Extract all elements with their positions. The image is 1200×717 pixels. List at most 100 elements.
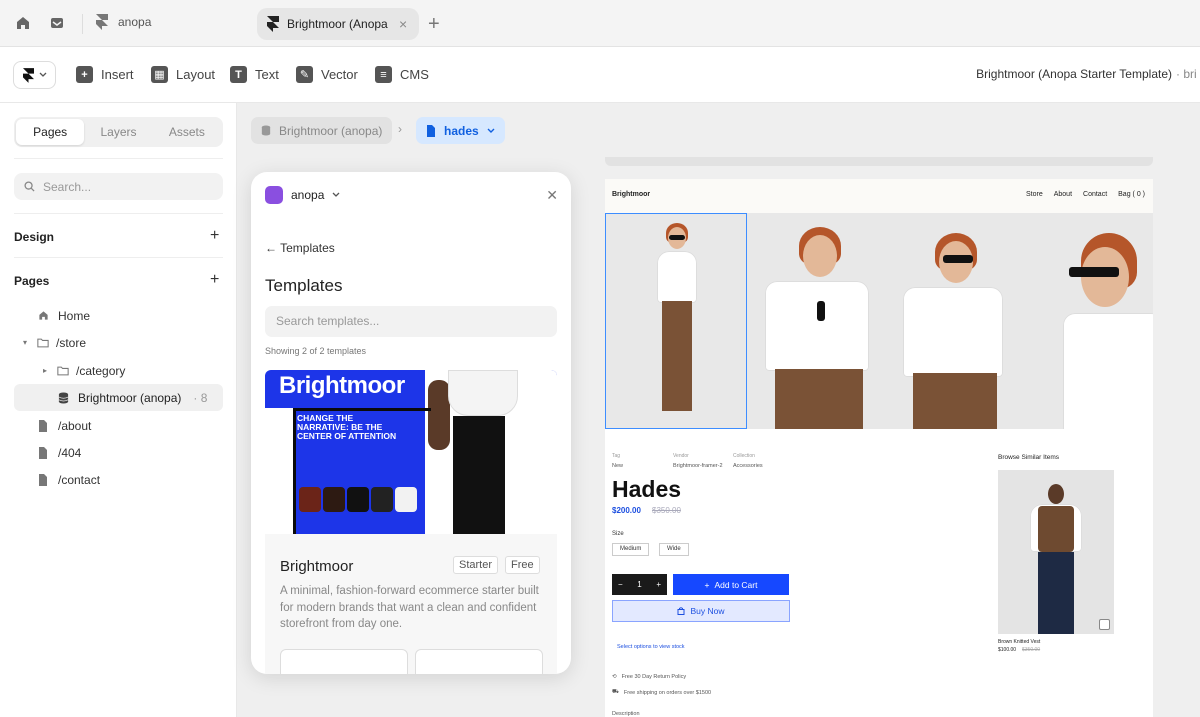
similar-items-title: Browse Similar Items xyxy=(998,454,1060,461)
meta-tag-label: Tag xyxy=(612,453,621,459)
breadcrumb-separator: › xyxy=(398,122,402,136)
page-item-404[interactable]: /404 xyxy=(14,439,223,466)
product-photo[interactable] xyxy=(883,213,1019,429)
add-to-cart-button[interactable]: + Add to Cart xyxy=(673,574,789,595)
truck-icon: ⛟ xyxy=(612,689,619,695)
template-description: A minimal, fashion-forward ecommerce sta… xyxy=(280,585,539,630)
product-price: $200.00 xyxy=(612,506,641,515)
home-icon[interactable] xyxy=(15,15,31,31)
close-tab-icon[interactable]: × xyxy=(399,16,407,32)
qty-plus-button[interactable]: + xyxy=(656,580,661,589)
breadcrumb-page[interactable]: hades xyxy=(416,117,505,144)
buy-now-button[interactable]: Buy Now xyxy=(612,600,790,622)
nav-about[interactable]: About xyxy=(1054,191,1072,198)
back-link[interactable]: ← Templates xyxy=(265,241,335,255)
tab-anopa[interactable]: anopa xyxy=(96,14,151,30)
model-shirt xyxy=(765,281,869,371)
nav-store[interactable]: Store xyxy=(1026,191,1043,198)
tab-assets[interactable]: Assets xyxy=(153,119,221,145)
template-card[interactable]: Brightmoor CHANGE THE NARRATIVE: BE THE … xyxy=(265,370,557,674)
left-sidebar: Pages Layers Assets Search... Design + P… xyxy=(0,103,237,717)
new-tab-button[interactable]: + xyxy=(428,13,440,36)
page-item-label: Home xyxy=(58,308,91,323)
cms-label: CMS xyxy=(400,67,429,82)
page-item-contact[interactable]: /contact xyxy=(14,466,223,493)
quantity-stepper: − 1 + xyxy=(612,574,667,595)
page-item-about[interactable]: /about xyxy=(14,412,223,439)
nav-bag[interactable]: Bag ( 0 ) xyxy=(1118,191,1145,198)
qty-minus-button[interactable]: − xyxy=(618,580,623,589)
model-head xyxy=(1048,484,1064,504)
site-nav: Brightmoor Store About Contact Bag ( 0 ) xyxy=(605,179,1153,213)
breadcrumb-collection-label: Brightmoor (anopa) xyxy=(279,123,383,138)
similar-item-image[interactable] xyxy=(998,470,1114,634)
framer-logo-icon xyxy=(22,67,34,83)
tab-layers[interactable]: Layers xyxy=(84,119,152,145)
template-name: Brightmoor xyxy=(280,558,354,575)
page-item-brightmoor[interactable]: Brightmoor (anopa) · 8 xyxy=(14,384,223,411)
insert-button[interactable]: + Insert xyxy=(76,66,134,83)
thumb-product xyxy=(347,487,369,512)
cms-button[interactable]: ≡ CMS xyxy=(375,66,429,83)
vector-button[interactable]: ✎ Vector xyxy=(296,66,358,83)
folder-icon xyxy=(56,366,70,376)
size-option-wide[interactable]: Wide xyxy=(659,543,689,556)
chevron-down-icon xyxy=(487,128,495,134)
bag-icon[interactable] xyxy=(1099,619,1110,630)
add-design-button[interactable]: + xyxy=(210,227,219,245)
thumb-headline: CHANGE THE NARRATIVE: BE THE CENTER OF A… xyxy=(297,413,397,441)
size-option-medium[interactable]: Medium xyxy=(612,543,650,556)
file-icon xyxy=(36,419,50,432)
text-button[interactable]: T Text xyxy=(230,66,279,83)
divider xyxy=(14,158,223,159)
tab-pages[interactable]: Pages xyxy=(16,119,85,145)
product-photo[interactable] xyxy=(747,213,883,429)
similar-item-name[interactable]: Brown Knitted Vest xyxy=(998,639,1040,645)
use-template-button[interactable] xyxy=(415,649,543,674)
home-icon xyxy=(36,310,50,321)
workspace-switcher[interactable]: anopa xyxy=(265,186,340,204)
caret-down-icon[interactable]: ▾ xyxy=(20,338,30,347)
model-shirt xyxy=(903,287,1003,377)
thumb-product xyxy=(395,487,417,512)
layout-button[interactable]: ▦ Layout xyxy=(151,66,215,83)
preview-button[interactable] xyxy=(280,649,408,674)
tab-brightmoor[interactable]: Brightmoor (Anopa ... × xyxy=(257,8,419,40)
tab-anopa-label: anopa xyxy=(118,15,152,29)
add-page-button[interactable]: + xyxy=(210,271,219,289)
qty-value: 1 xyxy=(637,580,642,589)
page-item-home[interactable]: Home xyxy=(14,302,223,329)
search-input[interactable]: Search... xyxy=(14,173,223,200)
framer-menu-button[interactable] xyxy=(13,61,56,89)
database-icon: ≡ xyxy=(375,66,392,83)
template-thumbnail[interactable]: Brightmoor CHANGE THE NARRATIVE: BE THE … xyxy=(265,370,557,534)
shipping-policy-text: Free shipping on orders over $1500 xyxy=(623,689,712,696)
page-item-store[interactable]: ▾ /store xyxy=(14,329,223,356)
pages-section-title: Pages xyxy=(14,274,50,288)
text-label: Text xyxy=(255,67,279,82)
caret-right-icon[interactable]: ▸ xyxy=(40,366,50,375)
toolbar: + Insert ▦ Layout T Text ✎ Vector ≡ CMS … xyxy=(0,47,1200,103)
model-jeans xyxy=(1038,552,1074,634)
breadcrumb-collection[interactable]: Brightmoor (anopa) xyxy=(251,117,393,144)
product-old-price: $350.00 xyxy=(652,506,681,515)
page-item-label: /about xyxy=(58,418,92,433)
page-item-category[interactable]: ▸ /category xyxy=(14,357,223,384)
results-count: Showing 2 of 2 templates xyxy=(265,346,367,356)
nav-contact[interactable]: Contact xyxy=(1083,191,1107,198)
anopa-logo-icon xyxy=(265,186,283,204)
page-item-label: /contact xyxy=(58,472,101,487)
close-icon[interactable]: ✕ xyxy=(546,187,558,204)
site-brand[interactable]: Brightmoor xyxy=(612,191,650,198)
meta-vendor-value: Brightmoor-framer-2 xyxy=(673,463,723,469)
plus-icon: + xyxy=(76,66,93,83)
add-to-cart-label: Add to Cart xyxy=(714,579,758,590)
product-photo[interactable] xyxy=(1019,213,1153,429)
divider xyxy=(14,213,223,214)
template-search-input[interactable]: Search templates... xyxy=(265,306,557,337)
inbox-icon[interactable] xyxy=(49,15,65,31)
page-preview[interactable]: Brightmoor Store About Contact Bag ( 0 ) xyxy=(605,179,1153,717)
site-nav-links: Store About Contact Bag ( 0 ) xyxy=(1026,191,1145,198)
similar-item-old-price: $350.00 xyxy=(1022,647,1041,653)
thumb-white-panel xyxy=(265,408,293,534)
